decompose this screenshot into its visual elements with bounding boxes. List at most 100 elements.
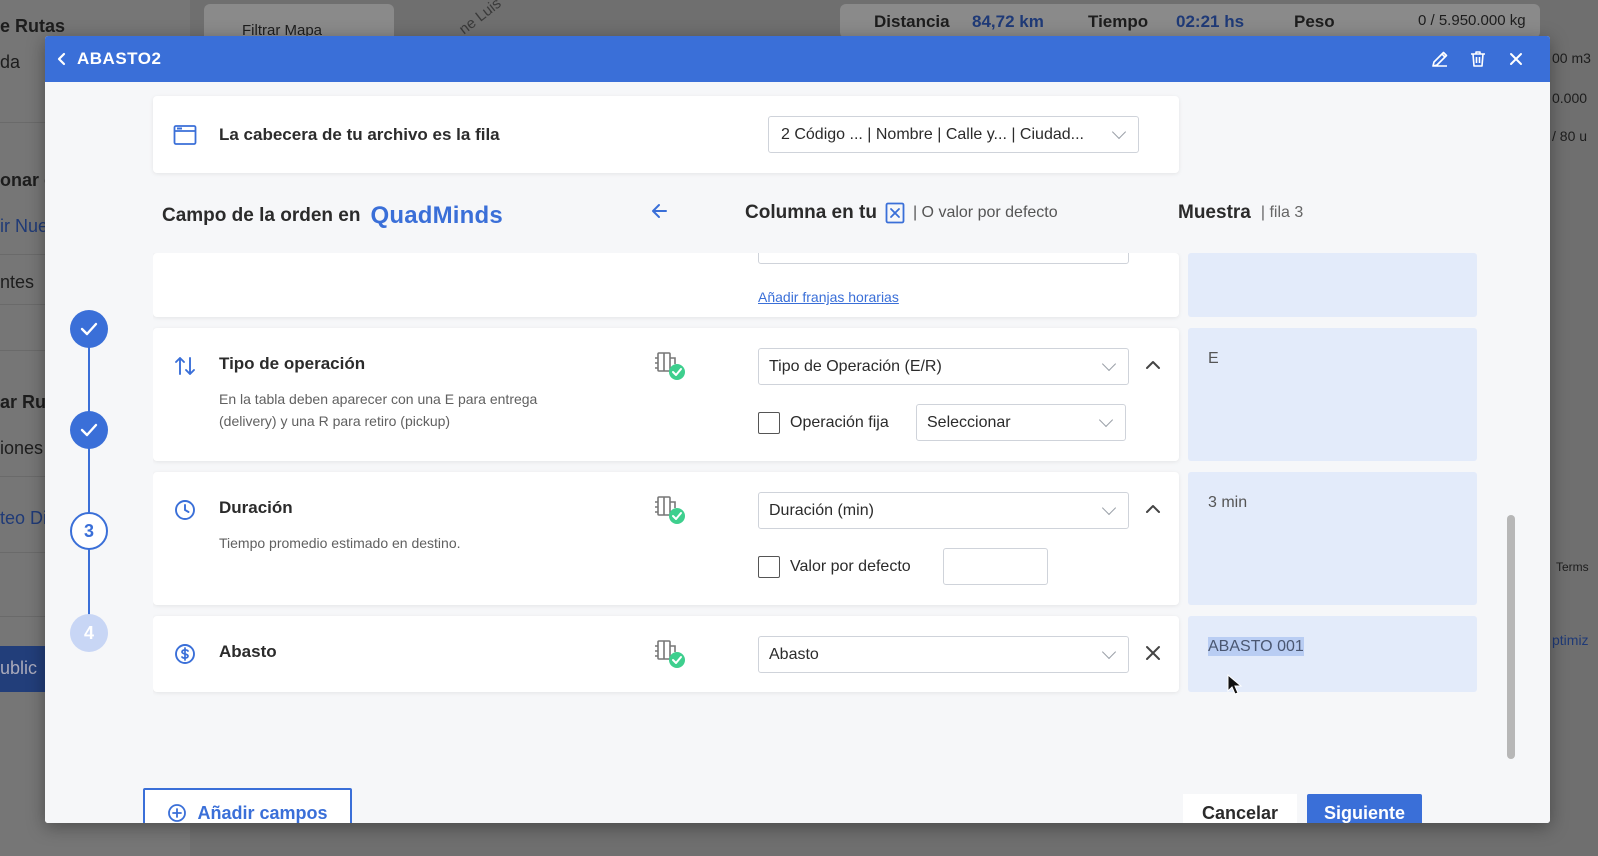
list-scrollbar[interactable] (1506, 253, 1516, 773)
header-row-label: La cabecera de tu archivo es la fila (219, 124, 500, 144)
default-value-row: Valor por defecto (758, 548, 911, 585)
bg-sidebar-text: ir Nue (0, 216, 49, 236)
default-value-input[interactable] (943, 548, 1048, 585)
header-actions (1428, 36, 1528, 82)
select-value: Tipo de Operación (E/R) (769, 357, 942, 375)
sample-value-selected: ABASTO 001 (1208, 637, 1304, 656)
bg-sidebar-text: e Rutas (0, 16, 66, 36)
bg-sidebar-text: ntes (0, 272, 35, 292)
field-description: En la tabla deben aparecer con una E par… (219, 391, 538, 429)
step-3-current: 3 (70, 512, 108, 550)
check-icon (80, 423, 98, 437)
bg-distance-value: 84,72 km (972, 12, 1044, 31)
bg-right-text: Terms (1556, 560, 1589, 574)
chevron-down-icon (1101, 644, 1117, 659)
sample-value: 3 min (1208, 494, 1248, 511)
delete-button[interactable] (1466, 47, 1490, 71)
chevron-up-icon[interactable] (1142, 498, 1164, 520)
bg-right-text: / 80 u (1552, 128, 1588, 144)
time-windows-card: Añadir franjas horarias (153, 253, 1179, 317)
bg-time-value: 02:21 hs (1176, 12, 1245, 31)
fixed-operation-checkbox[interactable] (758, 411, 780, 434)
field-title: Tipo de operación (219, 354, 366, 373)
bg-weight-value: 0 / 5.950.000 kg (1418, 12, 1526, 29)
chevron-left-icon (57, 52, 66, 66)
chevron-down-icon (1101, 500, 1117, 515)
field-abasto: Abasto Abasto (153, 616, 1179, 692)
time-window-select[interactable] (758, 253, 1129, 264)
default-value-label: Valor por defecto (790, 557, 911, 575)
close-button[interactable] (1504, 47, 1528, 71)
quadminds-logo: QuadMinds (370, 202, 503, 229)
bg-time-label: Tiempo (1088, 12, 1149, 31)
check-icon (80, 322, 98, 336)
next-button[interactable]: Siguiente (1307, 794, 1422, 823)
progress-stepper: 3 4 (70, 310, 108, 660)
sample-column-sub: | fila 3 (1260, 204, 1304, 221)
sort-arrows-icon (175, 357, 195, 375)
field-column-header: Campo de la orden en QuadMinds (162, 202, 503, 230)
step-1-completed (70, 310, 108, 348)
bg-distance-label: Distancia (874, 12, 950, 31)
add-time-windows-link[interactable]: Añadir franjas horarias (758, 289, 899, 305)
close-icon[interactable] (1142, 642, 1164, 664)
back-button[interactable] (47, 36, 77, 82)
cancel-button[interactable]: Cancelar (1183, 794, 1297, 823)
excel-icon (885, 202, 905, 224)
scroll-thumb[interactable] (1507, 515, 1515, 759)
chevron-up-icon[interactable] (1142, 354, 1164, 376)
sample-box (1188, 253, 1477, 317)
column-matched-icon (655, 640, 685, 668)
column-headers: Campo de la orden en QuadMinds Columna e… (45, 192, 1550, 232)
clock-icon (175, 500, 195, 520)
mouse-cursor-icon (1227, 674, 1243, 695)
field-duration: Duración Tiempo promedio estimado en des… (153, 472, 1179, 605)
bg-sidebar-text: teo Di (0, 508, 48, 528)
add-fields-label: Añadir campos (197, 802, 328, 823)
fixed-operation-select[interactable]: Seleccionar (916, 404, 1126, 441)
modal-title: ABASTO2 (77, 49, 162, 68)
add-fields-button[interactable]: Añadir campos (143, 788, 352, 823)
default-value-checkbox[interactable] (758, 555, 780, 578)
bg-sidebar-text: ublic (0, 658, 38, 678)
close-icon (1510, 53, 1522, 65)
chevron-down-icon (1098, 412, 1114, 427)
field-title: Abasto (219, 642, 277, 661)
sample-column-label: Muestra (1178, 202, 1251, 223)
fixed-operation-row: Operación fija (758, 404, 889, 441)
bg-sidebar-text: da (0, 52, 21, 72)
field-operation-type: Tipo de operación En la tabla deben apar… (153, 328, 1179, 461)
source-column-label: Columna en tu (745, 202, 877, 223)
header-row-select[interactable]: 2 Código ... | Nombre | Calle y... | Ciu… (768, 116, 1139, 153)
field-title: Duración (219, 498, 293, 517)
fixed-operation-label: Operación fija (790, 413, 889, 431)
duration-column-select[interactable]: Duración (min) (758, 492, 1129, 529)
trash-icon (1471, 51, 1485, 67)
modal-body: La cabecera de tu archivo es la fila 2 C… (45, 82, 1550, 823)
header-row-value: 2 Código ... | Nombre | Calle y... | Ciu… (781, 125, 1084, 143)
operation-type-column-select[interactable]: Tipo de Operación (E/R) (758, 348, 1129, 385)
chevron-down-icon (1101, 356, 1117, 371)
select-value: Abasto (769, 645, 819, 663)
pencil-icon (1432, 51, 1448, 67)
abasto-column-select[interactable]: Abasto (758, 636, 1129, 673)
modal-header: ABASTO2 (45, 36, 1550, 82)
field-column-label: Campo de la orden en (162, 205, 361, 226)
bg-sidebar-text: iones (0, 438, 44, 458)
source-column-header: Columna en tu | O valor por defecto (745, 202, 1058, 224)
step-2-completed (70, 411, 108, 449)
step-4-pending: 4 (70, 614, 108, 652)
select-value: Seleccionar (927, 413, 1011, 431)
sample-box: 3 min (1188, 472, 1477, 605)
import-mapping-modal: ABASTO2 La cabecera de tu archivo es la … (45, 36, 1550, 823)
bg-right-text: ptimiz (1552, 632, 1589, 648)
sample-box: E (1188, 328, 1477, 461)
dollar-circle-icon (175, 644, 195, 664)
edit-button[interactable] (1428, 47, 1452, 71)
select-value: Duración (min) (769, 501, 874, 519)
column-matched-icon (655, 352, 685, 380)
source-column-sub: | O valor por defecto (912, 204, 1058, 221)
bg-right-text: 0.000 (1552, 90, 1588, 106)
field-mapping-list: Añadir franjas horarias Tipo de operació… (153, 253, 1483, 773)
window-icon (173, 124, 197, 145)
